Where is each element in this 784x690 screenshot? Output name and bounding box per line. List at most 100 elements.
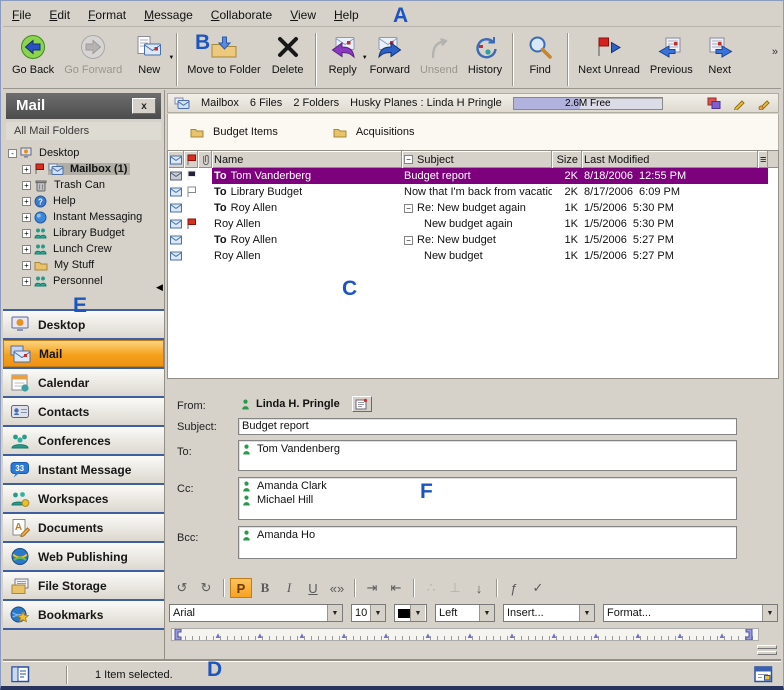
table-row[interactable]: Roy AllenNew budget1K1/5/2006 5:27 PM (168, 248, 778, 264)
tab-stop-marker[interactable]: ▲ (340, 631, 348, 640)
flag-icon[interactable] (184, 216, 198, 232)
shortcut-budget-items[interactable]: Budget Items (190, 126, 278, 138)
tab-stop-marker[interactable]: ▲ (382, 631, 390, 640)
tree-expander-icon[interactable]: + (22, 245, 31, 254)
sidebar-collapse-icon[interactable]: ◀ (156, 282, 163, 293)
menu-file[interactable]: File (3, 4, 40, 26)
tab-stop-marker[interactable]: ▲ (298, 631, 306, 640)
folder-tree-item-library-budget[interactable]: +Library Budget (22, 225, 164, 241)
sidebar-item-instant-message[interactable]: 33Instant Message (3, 456, 164, 485)
panel-close-button[interactable]: x (132, 98, 156, 114)
tab-stop-marker[interactable]: ▲ (550, 631, 558, 640)
properties-icon[interactable] (754, 666, 773, 683)
folder-tree-item-trash-can[interactable]: +Trash Can (22, 177, 164, 193)
find-button[interactable]: Find (518, 31, 562, 77)
envelope-column-icon[interactable] (168, 151, 184, 168)
column-name[interactable]: Name (212, 151, 402, 168)
dropdown-arrow-icon[interactable]: ▼ (168, 55, 174, 61)
layers-icon[interactable] (707, 97, 722, 110)
cc-field[interactable]: Amanda ClarkMichael Hill (238, 477, 737, 520)
thread-collapse-icon[interactable]: − (404, 204, 413, 213)
menu-collaborate[interactable]: Collaborate (202, 4, 281, 26)
insert-select[interactable]: Insert...▼ (503, 604, 595, 622)
bcc-field[interactable]: Amanda Ho (238, 526, 737, 559)
flag-icon[interactable] (184, 168, 198, 184)
tree-expander-icon[interactable]: + (22, 197, 31, 206)
menu-view[interactable]: View (281, 4, 325, 26)
folder-tree-item-desktop[interactable]: -Desktop (8, 145, 164, 161)
font-size-select[interactable]: 10▼ (351, 604, 386, 622)
format-select[interactable]: Format...▼ (603, 604, 778, 622)
indent-icon[interactable]: ⇥ (361, 578, 383, 598)
pencil-icon[interactable] (733, 97, 746, 110)
tab-stop-marker[interactable]: ▲ (634, 631, 642, 640)
tab-stop-marker[interactable]: ▲ (592, 631, 600, 640)
tree-expander-icon[interactable]: + (22, 277, 31, 286)
tree-expander-icon[interactable]: + (22, 213, 31, 222)
paragraph-icon[interactable]: P (230, 578, 252, 598)
tree-expander-icon[interactable]: + (22, 181, 31, 190)
toolbar-overflow-icon[interactable]: » (772, 48, 777, 57)
sidebar-item-bookmarks[interactable]: Bookmarks (3, 601, 164, 630)
shortcut-acquisitions[interactable]: Acquisitions (333, 126, 415, 138)
address-book-button[interactable] (352, 396, 372, 412)
tab-stop-marker[interactable]: ▲ (424, 631, 432, 640)
list-menu-icon[interactable]: ≡ (758, 151, 768, 168)
menu-help[interactable]: Help (325, 4, 368, 26)
tab-stop-marker[interactable]: ▲ (214, 631, 222, 640)
next-unread-button[interactable]: Next Unread (573, 31, 645, 77)
tree-expander-icon[interactable]: + (22, 261, 31, 270)
to-field[interactable]: Tom Vandenberg (238, 440, 737, 471)
panel-toggle-icon[interactable] (11, 666, 30, 683)
sidebar-item-conferences[interactable]: Conferences (3, 427, 164, 456)
folder-tree-item-help[interactable]: +?Help (22, 193, 164, 209)
sidebar-item-documents[interactable]: ADocuments (3, 514, 164, 543)
bold-icon[interactable]: B (254, 578, 276, 598)
history-button[interactable]: History (463, 31, 507, 77)
table-row[interactable]: ToRoy Allen−Re: New budget1K1/5/2006 5:2… (168, 232, 778, 248)
sidebar-item-workspaces[interactable]: Workspaces (3, 485, 164, 514)
previous-button[interactable]: Previous (645, 31, 698, 77)
redo-icon[interactable]: ↻ (195, 578, 217, 598)
table-row[interactable]: ToTom VanderbergBudget report2K8/18/2006… (168, 168, 778, 184)
folder-tree-item-instant-messaging[interactable]: +Instant Messaging (22, 209, 164, 225)
reply-button[interactable]: ▼Reply (321, 31, 365, 77)
attachment-column-icon[interactable] (198, 151, 212, 168)
table-row[interactable]: ToLibrary BudgetNow that I'm back from v… (168, 184, 778, 200)
quote-icon[interactable]: «» (326, 578, 348, 598)
tree-expander-icon[interactable]: + (22, 229, 31, 238)
tab-stop-marker[interactable]: ▲ (508, 631, 516, 640)
spell-check-icon[interactable]: ✓ (527, 578, 549, 598)
undo-icon[interactable]: ↺ (171, 578, 193, 598)
column-size[interactable]: Size (552, 151, 582, 168)
tree-expander-icon[interactable]: + (22, 165, 31, 174)
outdent-icon[interactable]: ⇤ (385, 578, 407, 598)
font-color-select[interactable]: ▼ (394, 604, 427, 622)
go-back-button[interactable]: Go Back (7, 31, 59, 77)
menu-message[interactable]: Message (135, 4, 202, 26)
sidebar-item-web-publishing[interactable]: Web Publishing (3, 543, 164, 572)
handwriting-icon[interactable]: ƒ (503, 578, 525, 598)
pencil-edit-icon[interactable] (757, 97, 772, 110)
splitter-grip[interactable] (757, 645, 777, 657)
flag-icon[interactable] (184, 200, 198, 216)
subject-field[interactable]: Budget report (238, 418, 737, 435)
folder-tree-item-personnel[interactable]: +Personnel (22, 273, 164, 289)
font-select[interactable]: Arial▼ (169, 604, 343, 622)
column-subject[interactable]: −Subject (402, 151, 552, 168)
tab-stop-marker[interactable]: ▲ (676, 631, 684, 640)
sidebar-item-calendar[interactable]: Calendar (3, 369, 164, 398)
forward-button[interactable]: Forward (365, 31, 415, 77)
flag-icon[interactable] (184, 184, 198, 200)
flag-column-icon[interactable] (184, 151, 198, 168)
align-select[interactable]: Left▼ (435, 604, 495, 622)
collapse-threads-icon[interactable]: − (404, 155, 413, 164)
sidebar-item-file-storage[interactable]: File Storage (3, 572, 164, 601)
tab-stop-marker[interactable]: ▲ (256, 631, 264, 640)
tab-stop-marker[interactable]: ▲ (718, 631, 726, 640)
folder-tree-item-lunch-crew[interactable]: +Lunch Crew (22, 241, 164, 257)
tab-stop-marker[interactable]: ▲ (466, 631, 474, 640)
column-modified[interactable]: Last Modified (582, 151, 758, 168)
insert-anchor-icon[interactable]: ↓ (468, 578, 490, 598)
tree-expander-icon[interactable]: - (8, 149, 17, 158)
